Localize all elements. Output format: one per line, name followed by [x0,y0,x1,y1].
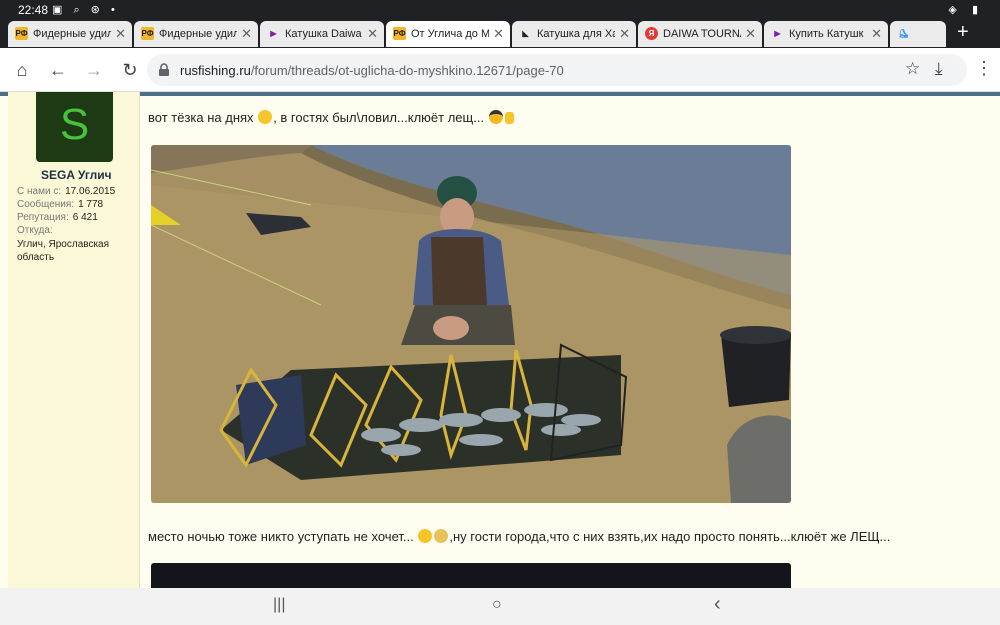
post-photo-fisherman[interactable] [151,145,791,503]
menu-icon[interactable]: ⋮ [975,58,993,79]
post-text-line-1: вот тёзка на днях , в гостях был\ловил..… [148,110,515,125]
tab-8[interactable]: ⛸ [890,21,946,47]
site-favicon-icon: РФ [141,27,154,40]
smile-emoji-icon [258,110,273,124]
reputation-row: Репутация: 6 421 [17,212,98,223]
post-text: место ночью тоже никто уступать не хочет… [148,529,414,544]
url-text: rusfishing.ru/forum/threads/ot-uglicha-d… [180,63,564,78]
post-text-line-2: место ночью тоже никто уступать не хочет… [148,529,890,544]
url-path: /forum/threads/ot-uglicha-do-myshkino.12… [250,63,564,78]
new-tab-button[interactable]: + [957,22,969,42]
tab-6[interactable]: Я DAIWA TOURNA ✕ [638,21,762,47]
post-header-strip [0,92,1000,96]
back-icon[interactable]: ← [46,58,70,82]
home-icon[interactable]: ⌂ [10,58,34,82]
dizzy-emoji-icon [434,529,449,543]
play-favicon-icon: ▶ [774,29,781,38]
tab-strip: РФ Фидерные удил ✕ РФ Фидерные удил ✕ ▶ … [0,20,1000,48]
tab-2[interactable]: РФ Фидерные удил ✕ [134,21,258,47]
signal-battery-icon: ◈ ▮ [948,4,984,16]
laugh-emoji-icon [418,529,433,543]
shop-favicon-icon: ◣ [522,29,529,38]
browser-toolbar: ⌂ ← → ↻ rusfishing.ru/forum/threads/ot-u… [0,48,1000,92]
site-favicon-icon: РФ [393,27,406,40]
back-chevron-icon[interactable]: ‹ [714,593,721,616]
avatar[interactable]: S [36,92,113,162]
reload-icon[interactable]: ↻ [118,58,142,82]
post-photo-night[interactable] [151,563,791,588]
address-bar[interactable]: rusfishing.ru/forum/threads/ot-uglicha-d… [147,54,967,86]
close-icon[interactable]: ✕ [367,26,378,42]
close-icon[interactable]: ✕ [745,26,756,42]
close-icon[interactable]: ✕ [241,26,252,42]
messages-label: Сообщения: [17,199,75,210]
tab-7[interactable]: ▶ Купить Катушк ✕ [764,21,888,47]
site-favicon-icon: ⛸ [898,29,909,38]
play-favicon-icon: ▶ [270,29,277,38]
tab-label: DAIWA TOURNA [663,28,741,40]
system-nav-bar: ||| ○ ‹ [0,588,1000,625]
close-icon[interactable]: ✕ [871,26,882,42]
username[interactable]: SEGA Углич [41,168,112,182]
joined-value: 17.06.2015 [65,186,116,197]
close-icon[interactable]: ✕ [115,26,126,42]
post-text: , в гостях был\ловил...клюёт лещ... [273,110,485,125]
tab-label: Катушка Daiwa [285,28,362,40]
joined-row: С нами с: 17.06.2015 [17,186,115,197]
url-host: rusfishing.ru [180,63,251,78]
joined-label: С нами с: [17,186,62,197]
status-time: 22:48 [18,3,49,17]
home-circle-icon[interactable]: ○ [492,596,502,614]
bookmark-star-icon[interactable]: ☆ [905,59,920,79]
post-text: вот тёзка на днях [148,110,254,125]
site-favicon-icon: РФ [15,27,28,40]
tab-label: Фидерные удил [159,28,237,40]
notification-icons: ▣ ⌕ ⊛ • [52,4,119,16]
sunglasses-emoji-icon [488,110,503,124]
lock-icon [159,63,169,76]
messages-value: 1 778 [78,199,104,210]
from-label: Откуда: [17,225,53,236]
reputation-label: Репутация: [17,212,69,223]
recent-apps-icon[interactable]: ||| [273,596,285,614]
reputation-value: 6 421 [72,212,98,223]
tab-3[interactable]: ▶ Катушка Daiwa ✕ [260,21,384,47]
user-sidebar: S SEGA Углич С нами с: 17.06.2015 Сообщен… [8,92,140,588]
tab-label: Купить Катушк [789,28,864,40]
status-bar: 22:48 ▣ ⌕ ⊛ • ◈ ▮ [0,0,1000,20]
tab-1[interactable]: РФ Фидерные удил ✕ [8,21,132,47]
tab-label: От Углича до М [411,28,489,40]
tab-label: Катушка для Ха [537,28,615,40]
messages-row: Сообщения: 1 778 [17,199,103,210]
tab-4-active[interactable]: РФ От Углича до М ✕ [386,21,510,47]
forum-page: S SEGA Углич С нами с: 17.06.2015 Сообщен… [0,92,1000,588]
download-icon[interactable]: ⤓ [935,59,943,79]
tab-label: Фидерные удил [33,28,111,40]
forward-icon[interactable]: → [82,58,106,82]
yandex-favicon-icon: Я [645,27,658,40]
tab-5[interactable]: ◣ Катушка для Ха ✕ [512,21,636,47]
thumbs-up-emoji-icon [504,112,514,124]
close-icon[interactable]: ✕ [493,26,504,42]
from-value: Углич, Ярославская область [17,239,110,263]
close-icon[interactable]: ✕ [619,26,630,42]
post-text: ,ну гости города,что с них взять,их надо… [449,529,891,544]
